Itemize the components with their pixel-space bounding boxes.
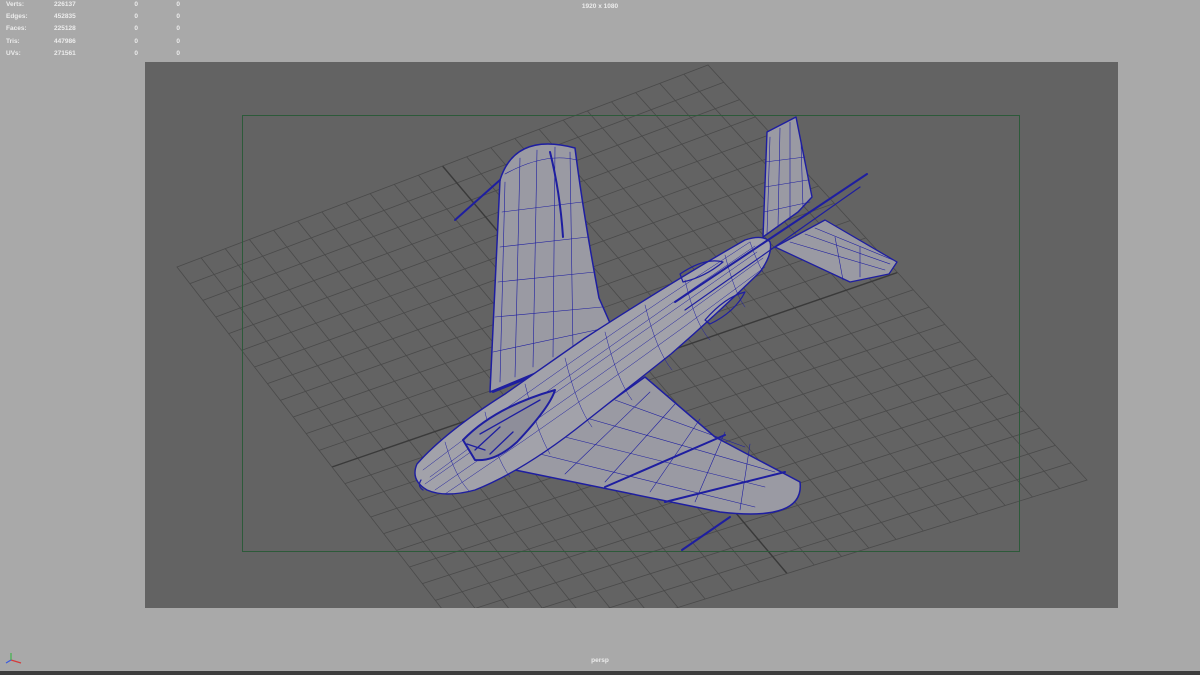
hud-selected: 0: [134, 12, 138, 20]
perspective-viewport[interactable]: [145, 62, 1118, 608]
hud-component: 0: [176, 37, 180, 45]
hud-component: 0: [176, 12, 180, 20]
viewport-bottom-border: [0, 671, 1200, 675]
hud-component: 0: [176, 25, 180, 33]
hud-label: UVs:: [6, 49, 21, 57]
hud-value: 452835: [54, 12, 76, 20]
hud-label: Tris:: [6, 37, 20, 45]
hud-selected: 0: [134, 25, 138, 33]
hud-row-edges: Edges: 452835 0 0: [6, 10, 180, 22]
vertical-tail-fin[interactable]: [762, 116, 813, 238]
scene-canvas[interactable]: [145, 62, 1118, 608]
hud-selected: 0: [134, 37, 138, 45]
camera-name-label: persp: [591, 657, 609, 664]
hud-value: 447986: [54, 37, 76, 45]
hud-row-uvs: UVs: 271561 0 0: [6, 47, 180, 59]
hud-label: Edges:: [6, 12, 28, 20]
hud-row-faces: Faces: 225128 0 0: [6, 23, 180, 35]
hud-value: 271561: [54, 49, 76, 57]
resolution-gate-label: 1920 x 1080: [581, 3, 619, 10]
hud-selected: 0: [134, 49, 138, 57]
hud-label: Faces:: [6, 25, 27, 33]
hud-component: 0: [176, 49, 180, 57]
jet-model-wireframe[interactable]: [414, 116, 898, 551]
hud-value: 225128: [54, 25, 76, 33]
hud-row-tris: Tris: 447986 0 0: [6, 35, 180, 47]
right-wing-pitot: [681, 516, 731, 551]
horizontal-stabilizer[interactable]: [774, 219, 898, 283]
